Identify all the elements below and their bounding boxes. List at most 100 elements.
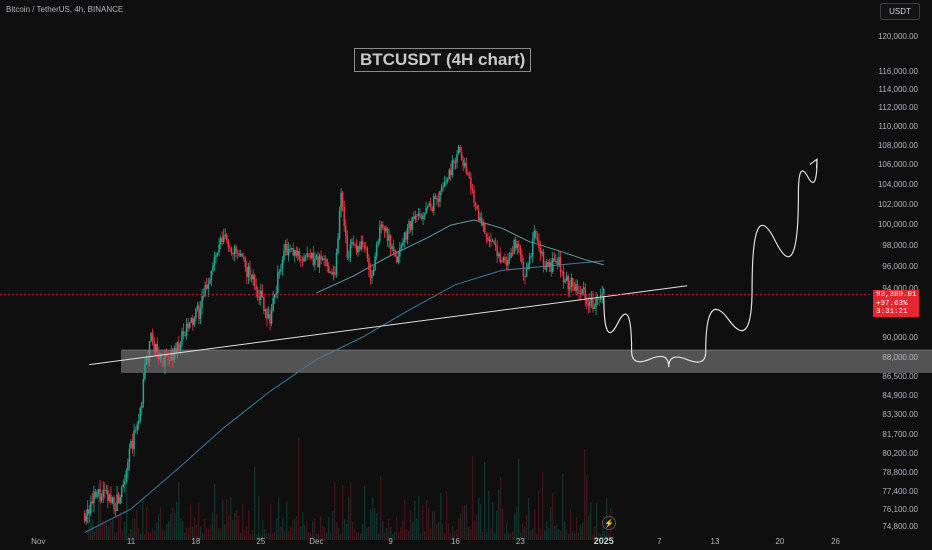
volume-bar (246, 526, 248, 540)
candle-body (116, 494, 118, 512)
volume-bar (596, 503, 598, 540)
volume-bar (220, 528, 222, 540)
candle-body (555, 260, 557, 262)
candle-body (412, 216, 415, 219)
x-tick-label: 16 (451, 537, 460, 546)
volume-bar (330, 533, 332, 540)
candle-body (530, 255, 532, 258)
x-tick-label: 9 (388, 537, 393, 546)
volume-bar (108, 526, 110, 540)
candle-body (539, 248, 542, 254)
candle-body (91, 501, 94, 504)
candle-body (462, 159, 464, 166)
candle-body (433, 196, 435, 211)
price-chart[interactable]: 120,000.00 116,000.00 114,000.00 112,000.00… (0, 0, 932, 550)
volume-bar (384, 532, 386, 540)
x-tick-label: 23 (516, 537, 525, 546)
candle-body (241, 253, 243, 257)
volume-bar (162, 529, 164, 540)
volume-bar (340, 533, 342, 540)
volume-bar (374, 508, 376, 540)
volume-bar (490, 527, 492, 540)
candle-body (422, 215, 424, 219)
candle-body (284, 243, 287, 251)
volume-bar (438, 521, 440, 540)
candle-body (446, 179, 449, 182)
candle-body (307, 253, 310, 256)
candle-body (136, 424, 138, 431)
candle-body (181, 331, 183, 345)
candle-body (382, 224, 384, 228)
volume-bar (250, 533, 252, 540)
candle-body (556, 260, 559, 265)
y-tick-label: 96,000.00 (882, 262, 918, 271)
candle-body (139, 407, 142, 421)
moving-averages (84, 219, 604, 533)
candle-body (589, 301, 591, 307)
candle-body (521, 254, 523, 263)
lightning-icon[interactable]: ⚡ (602, 516, 616, 530)
volume-bar (258, 495, 260, 540)
candle-body (168, 360, 171, 362)
volume-bar (476, 515, 478, 540)
candle-body (230, 248, 233, 253)
volume-bar (342, 485, 344, 540)
volume-bar (412, 521, 414, 540)
volume-bar (528, 498, 530, 540)
volume-bar (376, 513, 378, 540)
candle-body (516, 244, 518, 249)
candle-body (570, 277, 573, 288)
candle-body (219, 237, 222, 245)
candle-body (561, 271, 563, 273)
x-tick-label: 18 (191, 537, 200, 546)
volume-bar (114, 532, 116, 540)
y-tick-label: 100,000.00 (878, 220, 919, 229)
current-price-countdown: 3:31:21 (876, 308, 908, 316)
candle-body (397, 256, 400, 263)
volume-bar (382, 520, 384, 540)
candle-body (538, 240, 540, 249)
candle-body (315, 256, 318, 259)
y-tick-label: 86,500.00 (882, 372, 918, 381)
y-tick-label: 83,300.00 (882, 410, 918, 419)
volume-bar (348, 496, 350, 540)
candle-body (406, 228, 409, 240)
candle-body (419, 213, 421, 217)
candle-body (368, 258, 370, 271)
volume-bar (544, 530, 546, 540)
candle-body (332, 272, 335, 275)
candle-body (431, 206, 434, 211)
candle-body (324, 259, 327, 261)
y-tick-label: 74,800.00 (882, 522, 918, 531)
volume-bar (306, 520, 308, 540)
candle-body (226, 234, 228, 241)
candle-body (102, 489, 104, 498)
candle-body (215, 255, 217, 257)
candle-body (448, 169, 451, 180)
candle-body (578, 292, 580, 294)
volume-bar (424, 531, 426, 540)
volume-bar (480, 504, 482, 540)
candle-body (389, 235, 392, 250)
candle-body (348, 257, 350, 259)
candle-body (369, 270, 372, 279)
candle-body (451, 160, 454, 176)
candle-body (137, 420, 140, 425)
volume-bar (550, 506, 552, 540)
volume-bar (296, 515, 298, 540)
volume-bar (368, 526, 370, 540)
candle-body (383, 227, 386, 231)
candle-body (505, 260, 508, 266)
candle-body (362, 241, 364, 245)
candle-body (576, 284, 579, 293)
volume-bar (468, 527, 470, 540)
candle-body (493, 240, 495, 244)
candle-body (329, 272, 332, 274)
volume-bar (278, 498, 280, 540)
candle-body (363, 244, 366, 247)
candle-body (511, 252, 514, 254)
annotations (89, 158, 818, 368)
candle-body (442, 186, 444, 188)
volume-bar (430, 527, 432, 540)
y-axis[interactable]: 120,000.00 116,000.00 114,000.00 112,000.00… (878, 32, 919, 531)
